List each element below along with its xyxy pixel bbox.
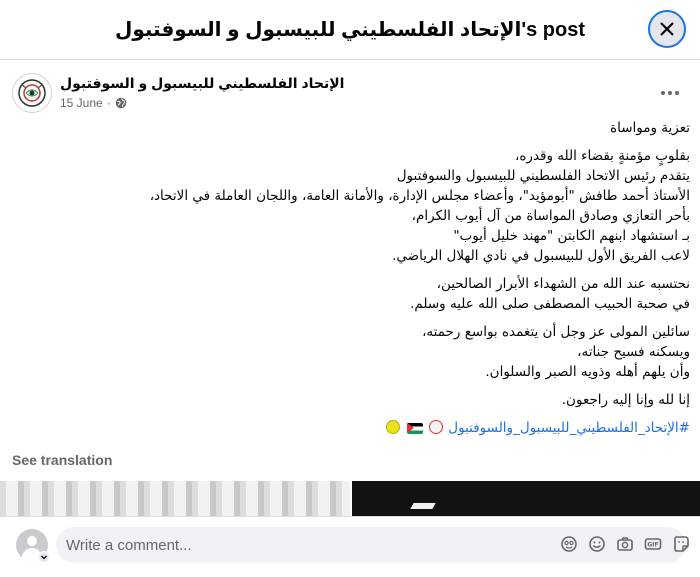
post-line: بأحر التعازي وصادق المواساة من آل أيوب ا… [411, 208, 690, 224]
avatar-head [27, 536, 37, 546]
close-button[interactable] [648, 10, 686, 48]
post-paragraph-title: تعزية ومواساة [40, 118, 690, 138]
globe-icon[interactable] [115, 97, 127, 109]
comment-composer: Write a comment... GIF [0, 516, 700, 577]
post-header: الإتحاد الفلسطيني للبيسبول و السوفتبول 1… [12, 73, 688, 117]
post-line: تعزية ومواساة [610, 120, 690, 136]
close-icon [660, 22, 674, 36]
post-photo-2[interactable] [352, 481, 700, 516]
photo-detail [410, 503, 436, 509]
federation-logo-icon [18, 79, 46, 107]
sticker-icon[interactable] [672, 535, 690, 553]
post-paragraph: سائلين المولى عز وجل أن يتغمده بواسع رحم… [40, 322, 690, 382]
post-line: سائلين المولى عز وجل أن يتغمده بواسع رحم… [422, 324, 690, 340]
chevron-down-icon[interactable] [38, 551, 50, 563]
more-dot [668, 91, 672, 95]
post-line: الأستاذ أحمد طافش "أبومؤيد"، وأعضاء مجلس… [149, 188, 690, 204]
post-line: يتقدم رئيس الاتحاد الفلسطيني للبيسبول وا… [396, 168, 690, 184]
page-name-link[interactable]: الإتحاد الفلسطيني للبيسبول و السوفتبول [60, 75, 344, 92]
post-line: بقلوبٍ مؤمنةٍ بقضاء الله وقدره، [515, 148, 690, 164]
post-meta: 15 June · [60, 96, 127, 110]
post-date[interactable]: 15 June [60, 96, 103, 110]
see-translation-link[interactable]: See translation [12, 452, 112, 468]
comment-tools: GIF [560, 535, 690, 553]
post-photos[interactable] [0, 481, 700, 516]
post-scroll-area[interactable]: الإتحاد الفلسطيني للبيسبول و السوفتبول 1… [0, 61, 700, 516]
flag-triangle [406, 423, 414, 433]
post-line: إنا لله وإنا إليه راجعون. [561, 392, 690, 408]
modal-title: الإتحاد الفلسطيني للبيسبول و السوفتبول's… [114, 19, 586, 41]
modal-header: الإتحاد الفلسطيني للبيسبول و السوفتبول's… [0, 0, 700, 60]
post-line: بـ استشهاد ابنهم الكابتن "مهند خليل أيوب… [453, 228, 690, 244]
svg-text:GIF: GIF [647, 542, 658, 549]
post-line: نحتسبه عند الله من الشهداء الأبرار الصال… [436, 276, 690, 292]
emoji-icon[interactable] [588, 535, 606, 553]
hashtag-link[interactable]: #الإتحاد_الفلسطيني_للبيسبول_والسوفتبول [448, 420, 690, 436]
post-photo-1[interactable] [0, 481, 350, 516]
palestine-flag-icon [406, 423, 423, 434]
camera-icon[interactable] [616, 535, 634, 553]
gif-icon[interactable]: GIF [644, 535, 662, 553]
post-paragraph: إنا لله وإنا إليه راجعون. [40, 390, 690, 410]
more-dot [675, 91, 679, 95]
post-line: لاعب الفريق الأول للبيسبول في نادي الهلا… [392, 248, 690, 264]
page-avatar[interactable] [12, 73, 52, 113]
more-options-icon [661, 91, 665, 95]
meta-separator: · [106, 96, 111, 110]
post-paragraph: بقلوبٍ مؤمنةٍ بقضاء الله وقدره، يتقدم رئ… [40, 146, 690, 266]
post-line: في صحبة الحبيب المصطفى صلى الله عليه وسل… [410, 296, 690, 312]
post-line: ويسكنه فسيح جناته، [577, 344, 690, 360]
hashtag-line: #الإتحاد_الفلسطيني_للبيسبول_والسوفتبول [40, 418, 690, 438]
comment-placeholder: Write a comment... [66, 536, 192, 554]
post-paragraph: نحتسبه عند الله من الشهداء الأبرار الصال… [40, 274, 690, 314]
post-message: تعزية ومواساة بقلوبٍ مؤمنةٍ بقضاء الله و… [40, 118, 690, 438]
baseball-emoji-icon [429, 420, 443, 434]
post-line: وأن يلهم أهله وذويه الصبر والسلوان. [485, 364, 690, 380]
more-options-button[interactable] [658, 81, 682, 105]
chevron-glyph [41, 555, 47, 560]
avatar-sticker-icon[interactable] [560, 535, 578, 553]
softball-emoji-icon [386, 420, 401, 434]
